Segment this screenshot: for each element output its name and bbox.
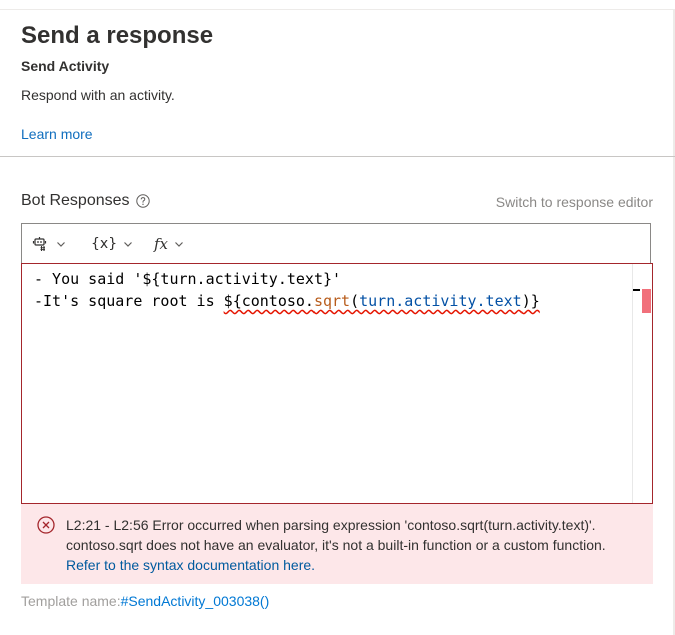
help-icon[interactable] [135,194,150,208]
bot-template-icon [32,237,47,251]
overview-ruler-error-marker [642,289,651,313]
error-message: L2:21 - L2:56 Error occurred when parsin… [66,517,606,553]
template-name-row: Template name:#SendActivity_003038() [21,593,269,609]
overview-ruler-cursor [633,289,640,291]
error-text: L2:21 - L2:56 Error occurred when parsin… [66,515,641,575]
editor-toolbar: {x} fx [21,223,651,263]
error-message-bar: L2:21 - L2:56 Error occurred when parsin… [21,504,653,584]
action-type-label: Send Activity [21,58,110,74]
template-menu-button[interactable] [32,224,66,264]
bot-responses-label: Bot Responses [21,192,130,209]
response-code-editor[interactable]: - You said '${turn.activity.text}' -It's… [21,263,653,504]
chevron-down-icon [57,242,65,247]
page-title: Send a response [21,22,214,49]
chevron-down-icon [175,242,183,247]
top-border [0,9,675,10]
code-line-1: - You said '${turn.activity.text}' [34,270,342,288]
bot-responses-heading: Bot Responses [21,192,150,210]
error-icon [37,516,55,534]
function-icon: fx [154,235,169,253]
syntax-documentation-link[interactable]: Refer to the syntax documentation here. [66,557,315,573]
chevron-down-icon [124,242,133,247]
insert-function-button[interactable]: fx [154,224,184,264]
section-divider [0,156,675,157]
editor-content[interactable]: - You said '${turn.activity.text}' -It's… [34,268,540,312]
action-description: Respond with an activity. [21,87,175,103]
variable-icon: {x} [91,236,118,252]
learn-more-link[interactable]: Learn more [21,126,93,142]
error-squiggle: ${contoso.sqrt(turn.activity.text)} [223,292,540,310]
template-name-link[interactable]: #SendActivity_003038() [121,593,270,609]
code-line-2: -It's square root is ${contoso.sqrt(turn… [34,292,540,310]
switch-to-response-editor-link[interactable]: Switch to response editor [496,194,653,210]
insert-property-button[interactable]: {x} [91,224,133,264]
template-name-label: Template name: [21,593,121,609]
